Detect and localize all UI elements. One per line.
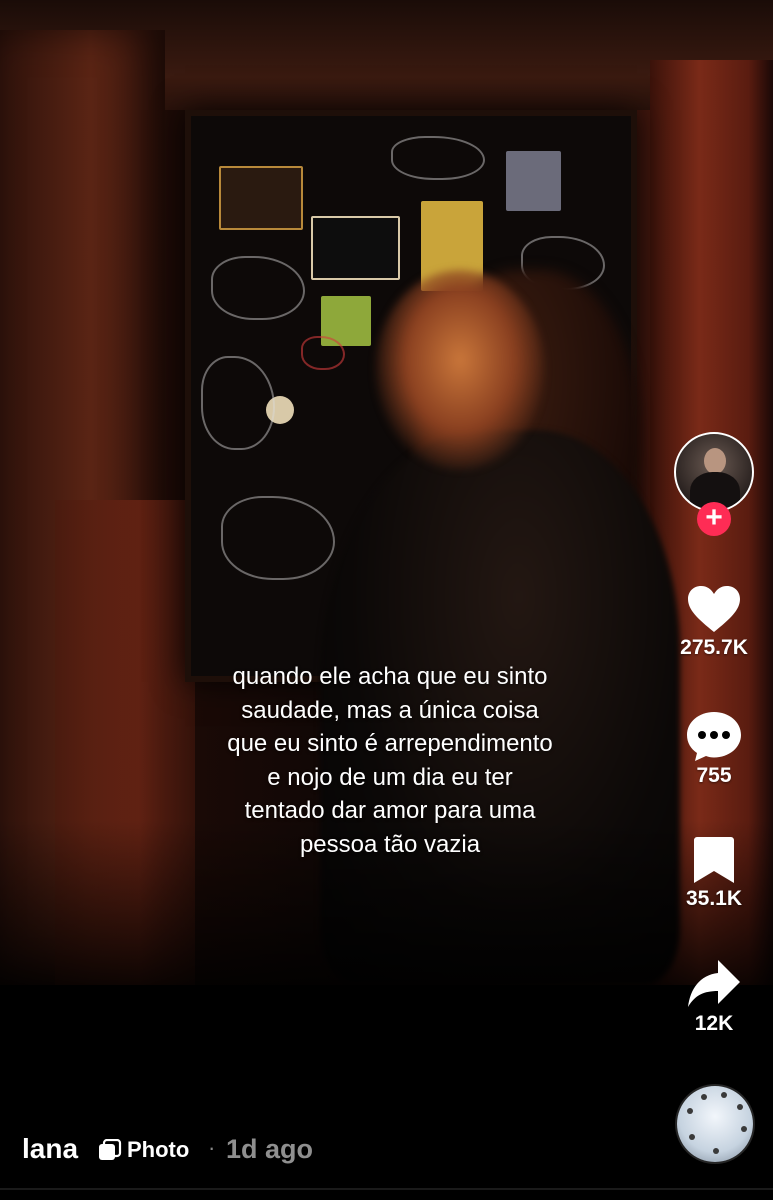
comment-bubble-icon xyxy=(687,712,741,761)
disc-detail xyxy=(721,1092,727,1098)
caption-text: quando ele acha que eu sinto saudade, ma… xyxy=(227,663,553,858)
disc-detail xyxy=(687,1108,693,1114)
sticker xyxy=(311,216,400,280)
heart-icon xyxy=(688,586,740,632)
comment-button[interactable]: 755 xyxy=(670,710,758,788)
follow-button[interactable]: + xyxy=(697,502,731,536)
share-arrow-icon xyxy=(688,960,740,1007)
save-button[interactable]: 35.1K xyxy=(670,835,758,911)
divider xyxy=(0,1188,773,1190)
sticker xyxy=(219,166,303,230)
like-button[interactable]: 275.7K xyxy=(670,584,758,660)
graffiti-tag xyxy=(211,256,305,320)
disc-detail xyxy=(737,1104,743,1110)
avatar-head xyxy=(704,448,726,474)
post-type-label: Photo xyxy=(127,1137,190,1162)
bookmark-icon xyxy=(694,837,734,883)
graffiti-tag xyxy=(201,356,275,450)
save-count: 35.1K xyxy=(685,887,743,910)
person-face xyxy=(375,270,545,470)
avatar[interactable] xyxy=(674,432,754,512)
username[interactable]: lana xyxy=(22,1133,78,1165)
comment-count: 755 xyxy=(696,764,732,787)
separator-dot: · xyxy=(208,1135,216,1160)
graffiti-tag xyxy=(391,136,485,180)
disc-detail xyxy=(701,1094,707,1100)
post-time: 1d ago xyxy=(226,1134,314,1164)
post-photo[interactable]: quando ele acha que eu sinto saudade, ma… xyxy=(0,0,773,985)
share-count: 12K xyxy=(694,1012,734,1035)
creator-avatar-group[interactable]: + xyxy=(674,432,754,536)
graffiti-tag xyxy=(221,496,335,580)
photo-carousel-icon xyxy=(99,1139,122,1160)
post-meta-bar: lana Photo · 1d ago xyxy=(0,1125,773,1175)
share-button[interactable]: 12K xyxy=(670,958,758,1036)
sticker xyxy=(506,151,561,211)
graffiti-tag xyxy=(301,336,345,370)
like-count: 275.7K xyxy=(680,636,748,659)
